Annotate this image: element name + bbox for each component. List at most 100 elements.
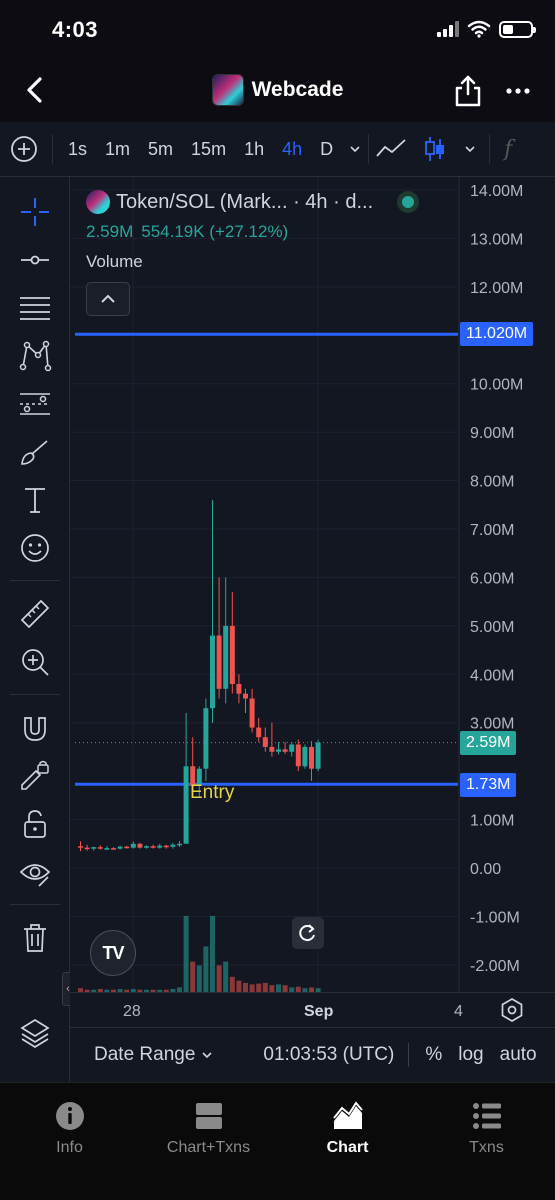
legend-collapse-button[interactable] xyxy=(86,282,130,316)
candle-body xyxy=(97,847,103,849)
candle-body xyxy=(229,625,235,684)
candle-body xyxy=(150,846,156,848)
visibility-tool[interactable] xyxy=(15,852,55,892)
lock-drawing-tool[interactable] xyxy=(15,756,55,796)
percent-toggle[interactable]: % xyxy=(425,1044,442,1066)
smiley-icon xyxy=(21,534,49,562)
price-tick-label: 6.00M xyxy=(470,570,514,587)
date-range-button[interactable]: Date Range xyxy=(94,1044,213,1066)
candle-body xyxy=(210,635,215,709)
ruler-icon xyxy=(20,599,50,629)
tab-txns[interactable]: Txns xyxy=(417,1101,555,1157)
volume-bar xyxy=(210,916,215,992)
volume-bar xyxy=(203,946,209,992)
price-tick-label: 14.00M xyxy=(470,183,523,200)
settings-gear-icon[interactable] xyxy=(499,997,525,1023)
reset-chart-button[interactable] xyxy=(292,917,324,949)
volume-bar xyxy=(216,965,222,992)
candle-body xyxy=(130,843,136,848)
candle-body xyxy=(269,746,275,752)
brush-tool[interactable] xyxy=(15,432,55,472)
magnet-tool[interactable] xyxy=(15,708,55,748)
fib-tool[interactable] xyxy=(15,288,55,328)
interval-15m[interactable]: 15m xyxy=(182,139,235,160)
candle-body xyxy=(117,846,123,849)
auto-toggle[interactable]: auto xyxy=(500,1044,537,1066)
candlestick-chart[interactable]: 14.00M 13.00M 12.00M 10.00M 9.00M 8.00M 7.00M 6… xyxy=(70,177,555,992)
nav-bar: Webcade xyxy=(0,60,555,122)
delete-tool[interactable] xyxy=(15,918,55,958)
tab-info[interactable]: Info xyxy=(0,1101,139,1157)
tab-chart[interactable]: Chart xyxy=(278,1101,417,1157)
chart-type-dropdown-icon[interactable] xyxy=(463,142,477,156)
unlock-tool[interactable] xyxy=(15,804,55,844)
candle-body xyxy=(104,848,110,850)
share-button[interactable] xyxy=(453,74,483,108)
interval-1s[interactable]: 1s xyxy=(59,139,96,160)
chart-area[interactable]: 14.00M 13.00M 12.00M 10.00M 9.00M 8.00M 7.00M 6… xyxy=(70,177,555,1082)
pattern-tool[interactable] xyxy=(15,336,55,376)
volume-bar xyxy=(269,985,275,992)
zoom-tool[interactable] xyxy=(15,642,55,682)
prediction-tool[interactable] xyxy=(15,384,55,424)
volume-bar xyxy=(190,961,196,992)
measure-tool[interactable] xyxy=(15,594,55,634)
toolbar-divider xyxy=(52,134,53,164)
log-toggle[interactable]: log xyxy=(458,1044,483,1066)
candle-body xyxy=(282,749,288,752)
interval-d[interactable]: D xyxy=(311,139,342,160)
magnet-icon xyxy=(24,717,46,741)
time-axis[interactable]: 28 Sep 4 xyxy=(70,992,555,1027)
app-logo xyxy=(211,74,244,106)
trash-icon xyxy=(24,924,46,952)
interval-1h[interactable]: 1h xyxy=(235,139,273,160)
candle-body xyxy=(262,737,268,747)
symbol-label[interactable]: Token/SOL (Mark... · 4h · d... xyxy=(116,191,373,214)
candle-body xyxy=(295,744,301,767)
sidebar-divider xyxy=(10,694,60,695)
interval-dropdown-icon[interactable] xyxy=(348,142,362,156)
crosshair-icon xyxy=(21,198,49,226)
more-button[interactable] xyxy=(503,76,533,106)
interval-4h[interactable]: 4h xyxy=(273,139,311,160)
crosshair-tool[interactable] xyxy=(15,192,55,232)
text-tool[interactable] xyxy=(15,480,55,520)
price-tick-label: 1.00M xyxy=(470,813,514,830)
horizontal-line-tool[interactable] xyxy=(15,240,55,280)
candle-body xyxy=(157,845,163,848)
page-title: Webcade xyxy=(251,78,344,101)
info-icon xyxy=(55,1102,84,1130)
interval-5m[interactable]: 5m xyxy=(139,139,182,160)
tab-chart-txns[interactable]: Chart+Txns xyxy=(139,1101,278,1157)
candle-body xyxy=(243,693,248,699)
text-icon xyxy=(25,488,45,513)
line-chart-type-icon[interactable] xyxy=(375,136,407,162)
candle-body xyxy=(302,746,308,767)
status-time: 4:03 xyxy=(52,17,99,42)
candle-body xyxy=(91,847,97,849)
tab-txns-label: Txns xyxy=(469,1139,504,1156)
candle-body xyxy=(256,727,262,738)
unlock-icon xyxy=(24,810,46,838)
layers-tool[interactable] xyxy=(15,1013,55,1053)
list-icon xyxy=(472,1103,501,1129)
tradingview-logo[interactable]: TV xyxy=(90,930,136,976)
volume-bar xyxy=(223,961,229,992)
emoji-tool[interactable] xyxy=(15,528,55,568)
candle-body xyxy=(289,744,295,752)
market-status-icon xyxy=(397,191,420,213)
add-symbol-button[interactable] xyxy=(10,135,38,163)
indicators-button[interactable]: f xyxy=(504,137,512,162)
candle-body xyxy=(124,846,130,849)
candle-body xyxy=(144,846,149,848)
tab-info-label: Info xyxy=(56,1139,83,1156)
date-range-label: Date Range xyxy=(94,1044,196,1065)
horizontal-line-icon xyxy=(21,255,49,265)
candlestick-icon[interactable] xyxy=(419,136,451,162)
time-label-28: 28 xyxy=(123,1003,141,1020)
area-chart-icon xyxy=(332,1101,363,1129)
interval-1m[interactable]: 1m xyxy=(96,139,139,160)
price-tick-label: 8.00M xyxy=(470,474,514,491)
utc-clock[interactable]: 01:03:53 (UTC) xyxy=(263,1044,394,1066)
legend-change: 554.19K (+27.12%) xyxy=(141,222,289,241)
